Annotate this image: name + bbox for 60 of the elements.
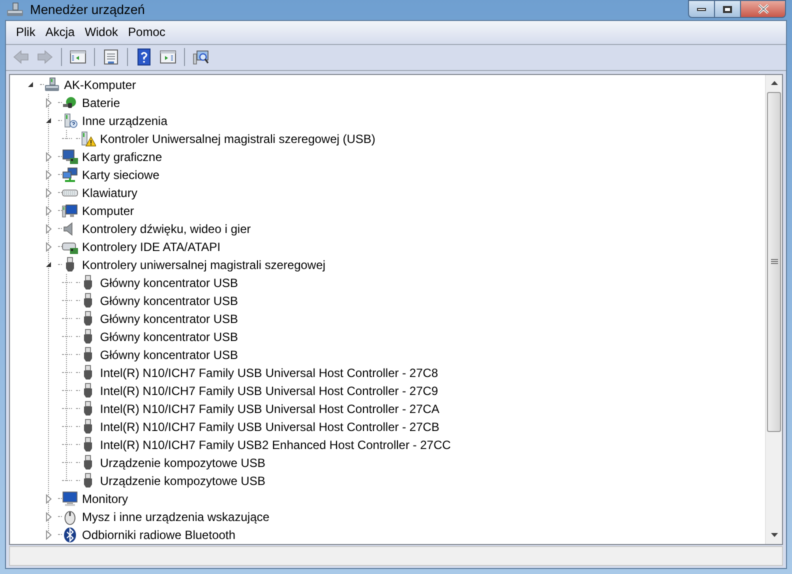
tree-item[interactable]: Intel(R) N10/ICH7 Family USB2 Enhanced Host Controller - 27CC bbox=[99, 436, 452, 454]
tree-item[interactable]: Kontrolery uniwersalnej magistrali szeregowej bbox=[81, 256, 326, 274]
expand-arrow-icon[interactable] bbox=[44, 206, 54, 216]
expand-arrow-icon[interactable] bbox=[44, 494, 54, 504]
menu-item[interactable]: Pomoc bbox=[124, 23, 170, 41]
tree-item[interactable]: Mysz i inne urządzenia wskazujące bbox=[81, 508, 270, 526]
display-adapter-icon bbox=[62, 148, 78, 164]
expand-arrow-icon[interactable] bbox=[44, 530, 54, 540]
tree-item[interactable]: Urządzenie kompozytowe USB bbox=[99, 454, 266, 472]
tree-item[interactable]: Główny koncentrator USB bbox=[99, 310, 240, 328]
tree-item[interactable]: Główny koncentrator USB bbox=[99, 328, 240, 346]
collapse-arrow-icon[interactable] bbox=[44, 260, 54, 270]
tree-item[interactable]: Kontroler Uniwersalnej magistrali szeregowej (USB) bbox=[99, 130, 376, 148]
tree-item[interactable]: Główny koncentrator USB bbox=[99, 292, 240, 310]
tree-item[interactable]: Klawiatury bbox=[81, 184, 138, 202]
tree-item[interactable]: Odbiorniki radiowe Bluetooth bbox=[81, 526, 236, 544]
mouse-icon bbox=[62, 508, 78, 524]
tree-item[interactable]: Komputer bbox=[81, 202, 136, 220]
warning-device-icon bbox=[80, 130, 96, 146]
tree-item[interactable]: Intel(R) N10/ICH7 Family USB Universal Host Controller - 27C8 bbox=[99, 364, 440, 382]
tree-item[interactable]: Główny koncentrator USB bbox=[99, 274, 240, 292]
expand-arrow-icon[interactable] bbox=[44, 170, 54, 180]
close-icon[interactable] bbox=[758, 4, 768, 14]
tree-item[interactable]: Intel(R) N10/ICH7 Family USB Universal Host Controller - 27C9 bbox=[99, 382, 440, 400]
tree-item[interactable]: Główny koncentrator USB bbox=[99, 346, 240, 364]
expand-arrow-icon[interactable] bbox=[44, 242, 54, 252]
tree-item[interactable]: Monitory bbox=[81, 490, 130, 508]
minimize-button[interactable] bbox=[688, 0, 715, 18]
tree-item[interactable]: Inne urządzenia bbox=[81, 112, 168, 130]
computer-icon bbox=[6, 2, 24, 18]
expand-arrow-icon[interactable] bbox=[44, 512, 54, 522]
battery-icon bbox=[62, 94, 78, 110]
tree-item[interactable]: Karty sieciowe bbox=[81, 166, 160, 184]
scroll-thumb[interactable] bbox=[767, 92, 781, 432]
tree-item[interactable]: Kontrolery IDE ATA/ATAPI bbox=[81, 238, 222, 256]
tree-item[interactable]: AK-Komputer bbox=[63, 76, 138, 94]
menu-item[interactable]: Widok bbox=[80, 23, 122, 41]
tree-item[interactable]: Kontrolery dźwięku, wideo i gier bbox=[81, 220, 252, 238]
computer-icon bbox=[44, 76, 60, 92]
monitor-icon bbox=[62, 490, 78, 506]
unknown-device-icon bbox=[62, 112, 78, 128]
menu-item[interactable]: Plik bbox=[12, 23, 40, 41]
window-title: Menedżer urządzeń bbox=[30, 1, 145, 19]
close-button[interactable] bbox=[741, 0, 786, 18]
menu-item[interactable]: Akcja bbox=[41, 23, 79, 41]
tree-item[interactable]: Karty graficzne bbox=[81, 148, 164, 166]
expand-arrow-icon[interactable] bbox=[44, 152, 54, 162]
collapse-arrow-icon[interactable] bbox=[26, 80, 36, 90]
expand-arrow-icon[interactable] bbox=[44, 98, 54, 108]
network-icon bbox=[62, 166, 78, 182]
maximize-button[interactable] bbox=[715, 0, 741, 18]
tree-item[interactable]: Baterie bbox=[81, 94, 122, 112]
expand-arrow-icon[interactable] bbox=[44, 188, 54, 198]
tree-item[interactable]: Urządzenie kompozytowe USB bbox=[99, 472, 266, 490]
tree-item[interactable]: Intel(R) N10/ICH7 Family USB Universal Host Controller - 27CB bbox=[99, 418, 440, 436]
tree-item[interactable]: Intel(R) N10/ICH7 Family USB Universal Host Controller - 27CA bbox=[99, 400, 440, 418]
computer-monitor-icon bbox=[62, 202, 78, 218]
scrollbar[interactable] bbox=[765, 74, 782, 544]
collapse-arrow-icon[interactable] bbox=[44, 116, 54, 126]
expand-arrow-icon[interactable] bbox=[44, 224, 54, 234]
